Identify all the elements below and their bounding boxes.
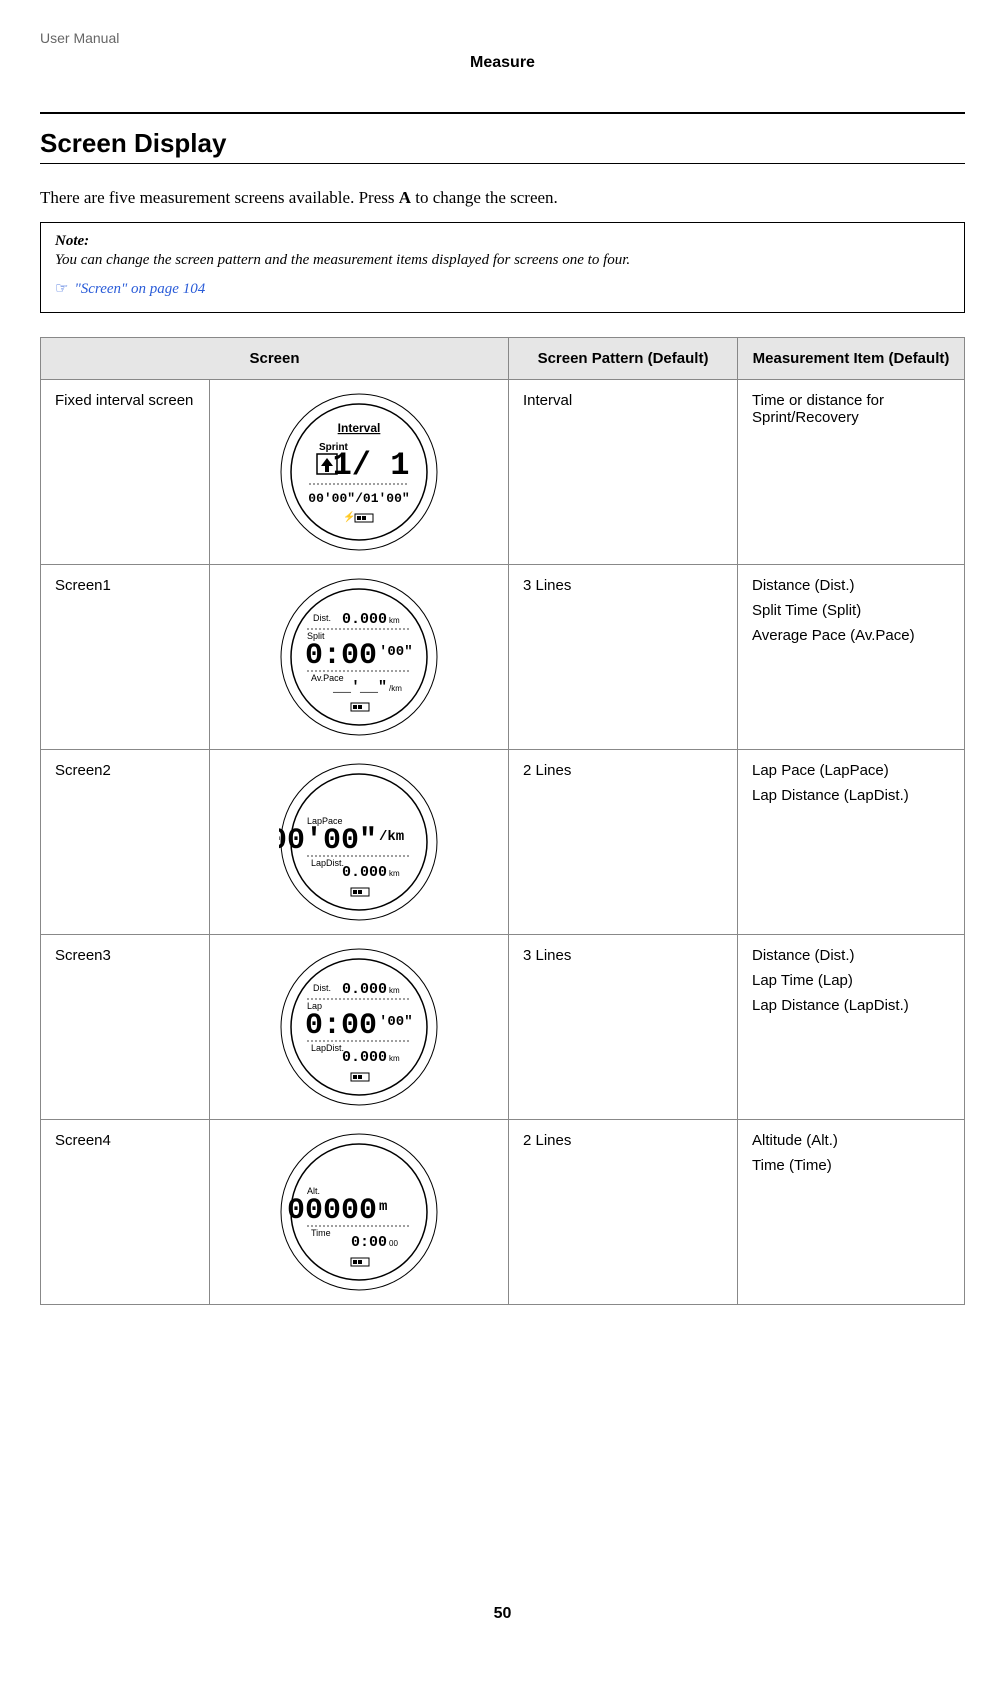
table-row: Screen2LapPace00'00"/kmLapDist.0.000km2 … xyxy=(41,750,965,935)
watch-illustration: Dist.0.000kmLap0:00'00"LapDist.0.000km xyxy=(210,935,509,1120)
svg-text:Time: Time xyxy=(311,1228,331,1238)
note-body: You can change the screen pattern and th… xyxy=(55,252,950,269)
pattern-cell: 3 Lines xyxy=(509,565,738,750)
measurement-item: Lap Distance (LapDist.) xyxy=(752,787,950,804)
svg-text:km: km xyxy=(389,1054,400,1063)
pattern-cell: 2 Lines xyxy=(509,750,738,935)
watch-illustration: Dist.0.000kmSplit0:00'00"Av.Pace__'__"/k… xyxy=(210,565,509,750)
doc-type-header: User Manual xyxy=(40,30,965,46)
svg-text:m: m xyxy=(379,1199,387,1215)
svg-text:0.000: 0.000 xyxy=(342,611,387,628)
svg-text:/km: /km xyxy=(379,829,404,845)
svg-text:LapDist.: LapDist. xyxy=(311,858,344,868)
svg-text:LapDist.: LapDist. xyxy=(311,1043,344,1053)
svg-text:__'__": __'__" xyxy=(332,679,387,696)
table-row: Screen3Dist.0.000kmLap0:00'00"LapDist.0.… xyxy=(41,935,965,1120)
th-item: Measurement Item (Default) xyxy=(738,338,965,380)
divider-thick xyxy=(40,112,965,114)
measurement-item: Lap Time (Lap) xyxy=(752,972,950,989)
svg-text:Dist.: Dist. xyxy=(313,983,331,993)
svg-text:Dist.: Dist. xyxy=(313,613,331,623)
pattern-cell: 3 Lines xyxy=(509,935,738,1120)
svg-text:/km: /km xyxy=(389,684,402,693)
pattern-cell: 2 Lines xyxy=(509,1120,738,1305)
watch-illustration: LapPace00'00"/kmLapDist.0.000km xyxy=(210,750,509,935)
measurement-item: Altitude (Alt.) xyxy=(752,1132,950,1149)
items-cell: Lap Pace (LapPace) Lap Distance (LapDist.… xyxy=(738,750,965,935)
intro-text-prefix: There are five measurement screens avail… xyxy=(40,188,399,207)
intro-paragraph: There are five measurement screens avail… xyxy=(40,188,965,208)
svg-text:00'00"/01'00": 00'00"/01'00" xyxy=(308,491,409,506)
items-cell: Altitude (Alt.) Time (Time) xyxy=(738,1120,965,1305)
svg-text:Interval: Interval xyxy=(338,421,381,435)
svg-text:00000: 00000 xyxy=(287,1194,377,1228)
measurement-item: Average Pace (Av.Pace) xyxy=(752,627,950,644)
page-number: 50 xyxy=(40,1605,965,1623)
measurement-item: Distance (Dist.) xyxy=(752,577,950,594)
th-pattern: Screen Pattern (Default) xyxy=(509,338,738,380)
row-label: Screen3 xyxy=(41,935,210,1120)
svg-text:0:00: 0:00 xyxy=(351,1234,387,1251)
pointer-icon: ☞ xyxy=(55,281,68,297)
svg-text:km: km xyxy=(389,986,400,995)
svg-text:'00": '00" xyxy=(379,644,413,660)
svg-text:⚡: ⚡ xyxy=(343,510,355,523)
measurement-item: Time (Time) xyxy=(752,1157,950,1174)
measurement-item: Lap Pace (LapPace) xyxy=(752,762,950,779)
watch-illustration: Alt.00000mTime0:0000 xyxy=(210,1120,509,1305)
note-link[interactable]: ☞ "Screen" on page 104 xyxy=(55,279,950,298)
screens-table: Screen Screen Pattern (Default) Measurem… xyxy=(40,337,965,1305)
svg-text:0.000: 0.000 xyxy=(342,864,387,881)
svg-text:km: km xyxy=(389,616,400,625)
table-row: Screen1Dist.0.000kmSplit0:00'00"Av.Pace_… xyxy=(41,565,965,750)
measurement-item: Lap Distance (LapDist.) xyxy=(752,997,950,1014)
note-label: Note: xyxy=(55,233,950,250)
table-row: Fixed interval screenIntervalSprint1/ 10… xyxy=(41,380,965,565)
svg-text:0:00: 0:00 xyxy=(305,639,377,673)
row-label: Fixed interval screen xyxy=(41,380,210,565)
svg-text:00: 00 xyxy=(389,1239,398,1248)
svg-text:0:00: 0:00 xyxy=(305,1009,377,1043)
svg-text:'00": '00" xyxy=(379,1014,413,1030)
measurement-item: Split Time (Split) xyxy=(752,602,950,619)
svg-text:1/ 1: 1/ 1 xyxy=(333,447,410,484)
svg-text:km: km xyxy=(389,869,400,878)
svg-text:0.000: 0.000 xyxy=(342,981,387,998)
items-cell: Distance (Dist.) Lap Time (Lap) Lap Distan… xyxy=(738,935,965,1120)
intro-button-ref: A xyxy=(399,188,411,207)
pattern-cell: Interval xyxy=(509,380,738,565)
page-title: Screen Display xyxy=(40,128,965,159)
measurement-item: Time or distance for Sprint/Recovery xyxy=(752,392,950,426)
divider-thin xyxy=(40,163,965,164)
items-cell: Distance (Dist.) Split Time (Split) Averag… xyxy=(738,565,965,750)
note-link-text: "Screen" on page 104 xyxy=(74,281,205,297)
th-screen: Screen xyxy=(41,338,509,380)
row-label: Screen1 xyxy=(41,565,210,750)
svg-text:00'00": 00'00" xyxy=(279,824,377,858)
svg-text:0.000: 0.000 xyxy=(342,1049,387,1066)
section-name: Measure xyxy=(40,54,965,72)
measurement-item: Distance (Dist.) xyxy=(752,947,950,964)
row-label: Screen4 xyxy=(41,1120,210,1305)
items-cell: Time or distance for Sprint/Recovery xyxy=(738,380,965,565)
intro-text-suffix: to change the screen. xyxy=(411,188,558,207)
table-row: Screen4Alt.00000mTime0:00002 LinesAltitu… xyxy=(41,1120,965,1305)
watch-illustration: IntervalSprint1/ 100'00"/01'00"⚡ xyxy=(210,380,509,565)
note-box: Note: You can change the screen pattern … xyxy=(40,222,965,313)
row-label: Screen2 xyxy=(41,750,210,935)
